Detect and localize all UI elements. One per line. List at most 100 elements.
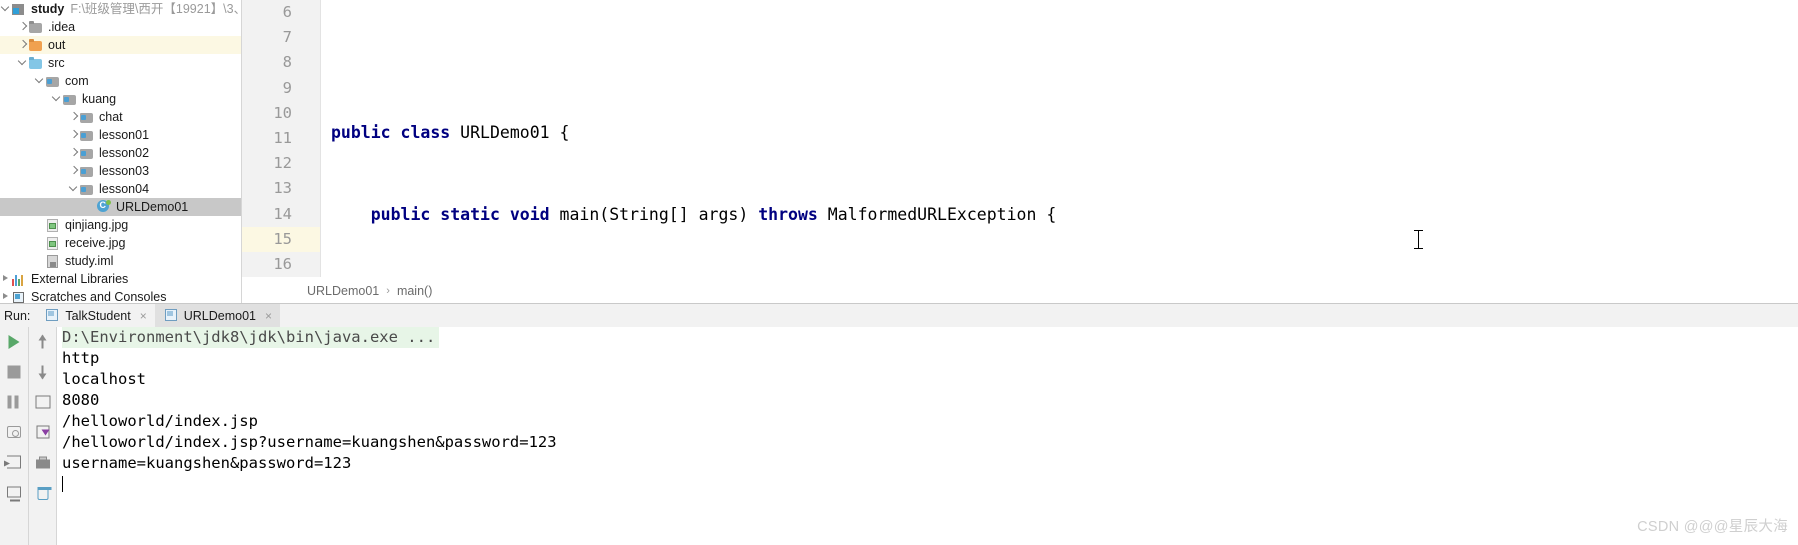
chevron-right-icon: › — [386, 285, 390, 297]
soft-wrap-icon — [35, 395, 51, 409]
console-line: username=kuangshen&password=123 — [62, 454, 352, 472]
breadcrumb-method[interactable]: main() — [397, 284, 432, 298]
print-button[interactable] — [29, 447, 57, 477]
tree-item-lesson04[interactable]: lesson04 — [0, 180, 241, 198]
tree-item-qinjiang-jpg[interactable]: qinjiang.jpg — [0, 216, 241, 234]
run-tab-label: TalkStudent — [65, 308, 131, 323]
screenshot-button[interactable] — [0, 417, 28, 447]
tree-item-lesson01[interactable]: lesson01 — [0, 126, 241, 144]
chevron-right-icon[interactable] — [17, 36, 29, 54]
code-editor[interactable]: 6 7 8 9 10 11 12 13 14 15 16 public clas… — [242, 0, 1798, 277]
code-line-8[interactable]: public static void main(String[] args) t… — [321, 202, 1798, 227]
run-tab-urldemo01[interactable]: URLDemo01 × — [154, 304, 281, 327]
tree-item-label: lesson02 — [99, 146, 150, 160]
console-line: /helloworld/index.jsp — [62, 412, 258, 430]
tree-item-label: com — [65, 74, 89, 88]
chevron-right-icon[interactable] — [68, 144, 80, 162]
tree-item-label: out — [48, 38, 66, 52]
export-icon — [36, 425, 50, 439]
chevron-down-icon[interactable] — [68, 180, 80, 198]
chevron-down-icon[interactable] — [17, 54, 29, 72]
tree-item-label: receive.jpg — [65, 236, 126, 250]
tree-item-src[interactable]: src — [0, 54, 241, 72]
tree-item-com[interactable]: com — [0, 72, 241, 90]
triangle-right-icon[interactable] — [0, 288, 12, 303]
line-number: 15 — [242, 226, 320, 252]
tree-item-lesson02[interactable]: lesson02 — [0, 144, 241, 162]
project-tree-panel[interactable]: study F:\班级管理\西开【19921】\3、代码 .idea out src… — [0, 0, 242, 303]
tree-item-label: kuang — [82, 92, 117, 106]
code-line-6[interactable] — [321, 38, 1798, 63]
tree-item-lesson03[interactable]: lesson03 — [0, 162, 241, 180]
line-number: 12 — [273, 154, 292, 173]
clear-all-button[interactable] — [29, 477, 57, 507]
chevron-right-icon[interactable] — [68, 108, 80, 126]
chevron-down-icon[interactable] — [51, 90, 63, 108]
scroll-down-button[interactable] — [29, 357, 57, 387]
iml-file-icon — [46, 254, 61, 268]
editor-gutter[interactable]: 6 7 8 9 10 11 12 13 14 15 16 — [242, 0, 321, 277]
libs-icon — [12, 273, 27, 286]
line-number: 8 — [282, 53, 292, 72]
pause-icon — [7, 395, 22, 410]
tree-item-external-libraries[interactable]: External Libraries — [0, 270, 241, 288]
chevron-down-icon[interactable] — [34, 72, 46, 90]
tree-item-label: URLDemo01 — [116, 200, 189, 214]
code-line-7[interactable]: public class URLDemo01 { — [321, 120, 1798, 145]
text-cursor — [1414, 230, 1423, 249]
tree-item-study-iml[interactable]: study.iml — [0, 252, 241, 270]
tree-item-kuang[interactable]: kuang — [0, 90, 241, 108]
tree-item-label: qinjiang.jpg — [65, 218, 129, 232]
tree-item-receive-jpg[interactable]: receive.jpg — [0, 234, 241, 252]
run-tab-bar: Run: TalkStudent × URLDemo01 × — [0, 304, 1798, 327]
console-line: http — [62, 349, 100, 367]
soft-wrap-button[interactable] — [29, 387, 57, 417]
pause-button[interactable] — [0, 387, 28, 417]
arrow-down-icon — [36, 365, 51, 380]
tree-item-label: study — [31, 2, 65, 16]
play-icon — [8, 335, 20, 349]
tree-item-label: .idea — [48, 20, 76, 34]
watermark: CSDN @@@星辰大海 — [1637, 519, 1788, 535]
arrow-into-box-icon — [4, 455, 21, 469]
folder-src-icon — [80, 147, 95, 160]
tree-row-root[interactable]: study F:\班级管理\西开【19921】\3、代码 — [0, 0, 241, 18]
triangle-right-icon[interactable] — [0, 270, 12, 288]
tree-item-label: lesson01 — [99, 128, 150, 142]
console-output[interactable]: D:\Environment\jdk8\jdk\bin\java.exe ...… — [57, 327, 1798, 545]
tree-item-chat[interactable]: chat — [0, 108, 241, 126]
java-class-icon: C — [97, 200, 112, 214]
monitor-button[interactable] — [0, 477, 28, 507]
chevron-down-icon[interactable] — [0, 0, 12, 18]
rerun-button[interactable] — [0, 327, 28, 357]
close-icon[interactable]: × — [140, 310, 147, 322]
scroll-up-button[interactable] — [29, 327, 57, 357]
run-window-label: Run: — [4, 308, 31, 323]
folder-src-icon — [80, 129, 95, 142]
stop-button[interactable] — [0, 357, 28, 387]
run-toolbar-secondary — [29, 327, 57, 545]
folder-blue-icon — [29, 56, 44, 70]
code-text-area[interactable]: public class URLDemo01 { public static v… — [321, 0, 1798, 250]
folder-orange-icon — [29, 38, 44, 52]
run-tab-talkstudent[interactable]: TalkStudent × — [36, 304, 154, 327]
camera-icon — [7, 426, 21, 438]
run-tab-label: URLDemo01 — [183, 308, 257, 323]
chevron-right-icon[interactable] — [68, 162, 80, 180]
tree-item-out[interactable]: out — [0, 36, 241, 54]
attach-button[interactable] — [0, 447, 28, 477]
tree-item-urldemo01[interactable]: C URLDemo01 — [0, 198, 241, 216]
tree-item-idea[interactable]: .idea — [0, 18, 241, 36]
breadcrumb[interactable]: URLDemo01 › main() — [242, 281, 1798, 301]
export-button[interactable] — [29, 417, 57, 447]
close-icon[interactable]: × — [265, 310, 272, 322]
tree-item-scratches-and-consoles[interactable]: Scratches and Consoles — [0, 288, 241, 303]
tree-item-label: lesson04 — [99, 182, 150, 196]
breadcrumb-class[interactable]: URLDemo01 — [307, 284, 379, 298]
img-file-icon — [46, 218, 61, 232]
exception-type: MalformedURLException — [827, 205, 1037, 225]
chevron-right-icon[interactable] — [17, 18, 29, 36]
chevron-right-icon[interactable] — [68, 126, 80, 144]
console-caret — [62, 476, 63, 492]
